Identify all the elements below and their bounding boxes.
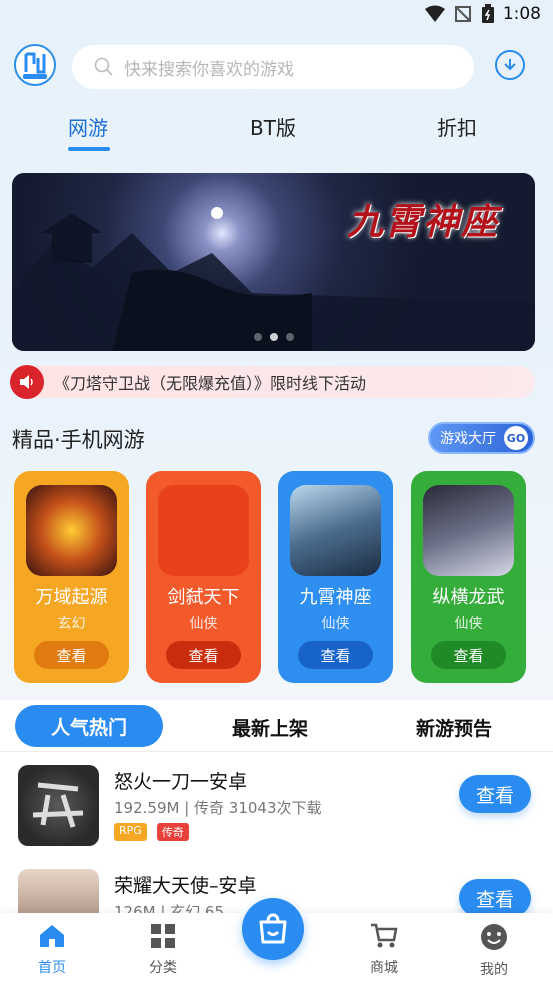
announcement-bar[interactable]: 《刀塔守卫战（无限爆充值）》限时线下活动 (10, 365, 535, 399)
shop-fab[interactable] (237, 893, 309, 965)
view-button[interactable]: 查看 (166, 641, 241, 669)
home-icon (40, 925, 64, 947)
status-icons: 1:08 (424, 4, 541, 24)
game-icon (158, 485, 249, 576)
game-thumbnail (18, 765, 99, 846)
list-item[interactable]: 怒火一刀一安卓 192.59M | 传奇 31043次下载 RPG 传奇 查看 (0, 765, 553, 865)
view-button[interactable]: 查看 (459, 775, 531, 813)
nav-profile[interactable]: 我的 (464, 923, 524, 979)
featured-card[interactable]: 万域起源 玄幻 查看 (14, 471, 129, 683)
game-hall-button[interactable]: 游戏大厅 GO (428, 422, 535, 454)
featured-category: 仙侠 (189, 616, 218, 632)
tag-badge: RPG (114, 823, 147, 841)
grid-icon (151, 924, 175, 948)
tab-discount[interactable]: 折扣 (437, 112, 477, 141)
tab-bt[interactable]: BT版 (250, 112, 296, 141)
announcement-text: 《刀塔守卫战（无限爆充值）》限时线下活动 (54, 374, 367, 393)
battery-icon (481, 4, 494, 23)
status-time: 1:08 (502, 4, 541, 24)
game-meta: 192.59M | 传奇 31043次下载 (114, 799, 322, 817)
featured-name: 剑弑天下 (167, 587, 240, 608)
search-icon (94, 57, 113, 76)
featured-category: 仙侠 (321, 616, 350, 632)
tab-popular[interactable]: 人气热门 (15, 705, 163, 747)
speaker-icon (10, 365, 44, 399)
banner-pagination (12, 333, 535, 341)
banner-dot[interactable] (285, 333, 294, 341)
game-hall-label: 游戏大厅 (440, 431, 496, 447)
category-tabs: 网游 BT版 折扣 (0, 112, 553, 156)
nav-store[interactable]: 商城 (354, 923, 414, 977)
game-tags: RPG 传奇 (114, 823, 189, 841)
no-signal-icon (454, 6, 471, 22)
section-title: 精品·手机网游 (12, 428, 145, 452)
shop-fab-inner (242, 898, 304, 960)
featured-games: 万域起源 玄幻 查看 剑弑天下 仙侠 查看 九霄神座 仙侠 查看 纵横龙武 仙侠… (14, 471, 526, 683)
game-thumbnail-art (32, 782, 84, 828)
nav-label: 我的 (480, 962, 508, 978)
featured-card[interactable]: 九霄神座 仙侠 查看 (278, 471, 393, 683)
list-tabs: 人气热门 最新上架 新游预告 (0, 700, 553, 752)
banner-dot[interactable] (269, 333, 278, 341)
nav-label: 分类 (149, 960, 177, 976)
download-button[interactable] (495, 50, 525, 80)
featured-card[interactable]: 剑弑天下 仙侠 查看 (146, 471, 261, 683)
shopping-bag-icon (259, 913, 287, 944)
banner-carousel[interactable]: 九霄神座 (12, 173, 535, 351)
nav-home[interactable]: 首页 (22, 923, 82, 977)
nav-label: 商城 (370, 960, 398, 976)
banner-dot[interactable] (253, 333, 262, 341)
nav-category[interactable]: 分类 (133, 923, 193, 977)
download-icon (504, 59, 516, 71)
search-input[interactable]: 快来搜索你喜欢的游戏 (72, 45, 474, 89)
tab-online-games[interactable]: 网游 (68, 112, 108, 141)
view-button[interactable]: 查看 (34, 641, 109, 669)
featured-name: 九霄神座 (299, 587, 372, 608)
tab-newest[interactable]: 最新上架 (232, 714, 308, 741)
smile-icon (481, 924, 507, 950)
featured-name: 纵横龙武 (432, 587, 505, 608)
featured-category: 玄幻 (57, 616, 86, 632)
tag-badge: 传奇 (156, 823, 189, 841)
banner-title: 九霄神座 (346, 201, 499, 243)
featured-card[interactable]: 纵横龙武 仙侠 查看 (411, 471, 526, 683)
game-title: 怒火一刀一安卓 (114, 771, 248, 793)
featured-name: 万域起源 (35, 587, 108, 608)
tab-upcoming[interactable]: 新游预告 (416, 714, 492, 741)
game-title: 荣耀大天使–安卓 (114, 875, 257, 897)
view-button[interactable]: 查看 (298, 641, 373, 669)
view-button[interactable]: 查看 (459, 879, 531, 917)
search-placeholder: 快来搜索你喜欢的游戏 (124, 59, 294, 80)
status-bar: 1:08 (0, 0, 553, 32)
logo-icon (23, 52, 47, 79)
featured-category: 仙侠 (454, 616, 483, 632)
tab-underline (68, 147, 110, 151)
game-icon (26, 485, 117, 576)
app-logo[interactable] (14, 44, 56, 86)
go-badge: GO (504, 426, 528, 450)
nav-label: 首页 (38, 960, 66, 976)
wifi-icon (424, 5, 445, 22)
game-icon (290, 485, 381, 576)
cart-icon (371, 923, 398, 948)
game-icon (423, 485, 514, 576)
view-button[interactable]: 查看 (431, 641, 506, 669)
